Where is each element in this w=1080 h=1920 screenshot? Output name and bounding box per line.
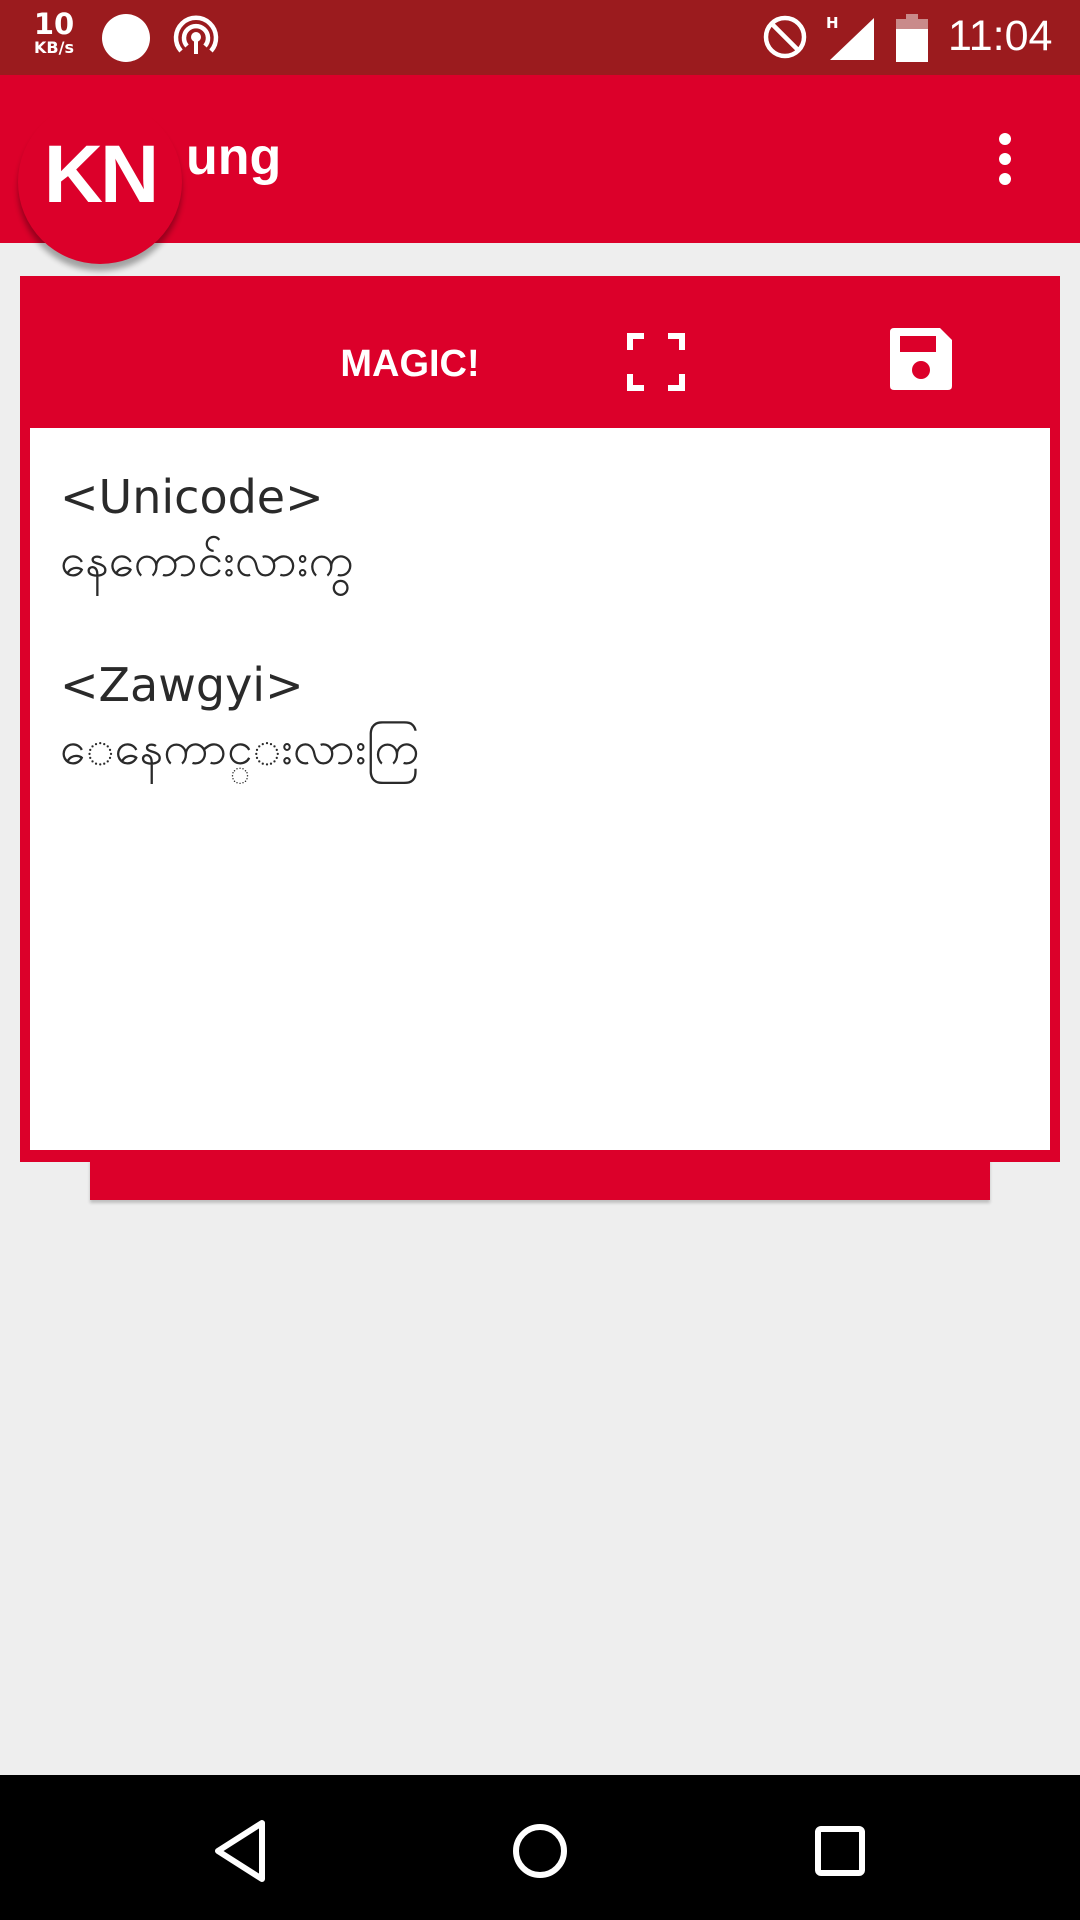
network-speed-unit: KB/s — [34, 38, 74, 57]
battery-icon — [896, 14, 928, 62]
home-icon[interactable] — [500, 1811, 580, 1891]
fullscreen-icon[interactable] — [626, 332, 686, 392]
do-not-disturb-icon — [763, 15, 807, 59]
network-speed: 10 KB/s — [26, 10, 82, 56]
recents-icon[interactable] — [800, 1811, 880, 1891]
card-bottom-tab — [90, 1158, 990, 1200]
magic-button[interactable]: MAGIC! — [320, 334, 500, 394]
overflow-menu-icon[interactable] — [990, 131, 1020, 191]
status-dot-icon — [102, 14, 150, 62]
unicode-text: နေကောင်းလားကွ — [60, 533, 354, 587]
navigation-bar — [0, 1775, 1080, 1920]
zawgyi-label: <Zawgyi> — [60, 658, 304, 712]
status-bar: 10 KB/s H 11:04 — [0, 0, 1080, 75]
converter-card: MAGIC! <Unicode> နေကောင်းလားကွ <Zawgyi> … — [20, 276, 1060, 1162]
unicode-label: <Unicode> — [60, 470, 324, 524]
signal-icon — [830, 18, 874, 60]
app-title: ung — [186, 128, 282, 186]
network-speed-value: 10 — [33, 7, 75, 41]
back-icon[interactable] — [200, 1811, 280, 1891]
app-logo-text: KN — [43, 129, 159, 220]
app-logo[interactable]: KN — [18, 100, 182, 264]
zawgyi-text: ေနေကာင္းလားကြ — [60, 721, 420, 775]
clock: 11:04 — [948, 12, 1053, 60]
save-icon[interactable] — [886, 324, 956, 394]
output-text-area[interactable]: <Unicode> နေကောင်းလားကွ <Zawgyi> ေနေကာင္… — [30, 428, 1050, 1150]
hotspot-icon — [173, 15, 219, 54]
